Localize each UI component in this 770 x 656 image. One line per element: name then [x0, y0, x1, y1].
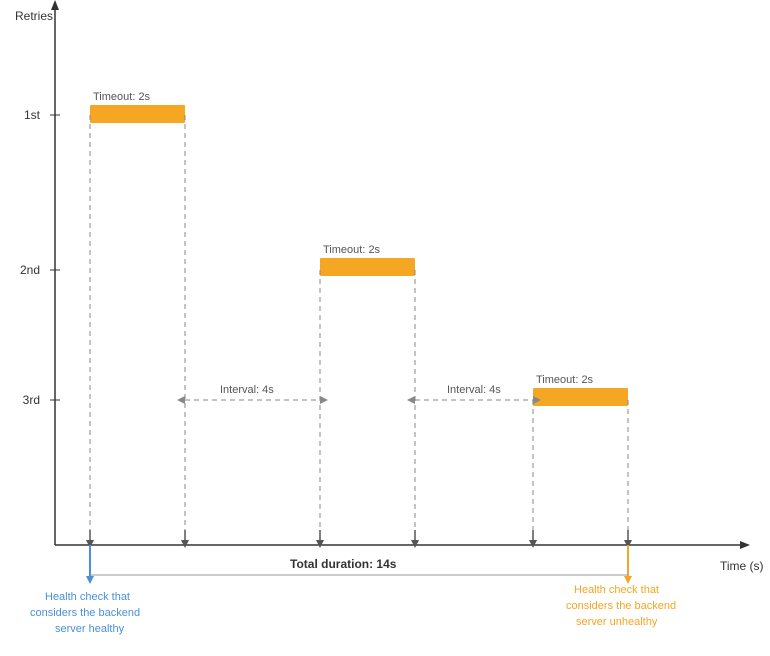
unhealthy-annotation-line2: considers the backend: [566, 600, 676, 612]
timeout-label-3: Timeout: 2s: [536, 374, 594, 386]
interval-label-2: Interval: 4s: [447, 384, 501, 396]
timeout-label-1: Timeout: 2s: [93, 91, 151, 103]
healthy-annotation-line1: Health check that: [45, 591, 130, 603]
chart-container: Retries Time (s) 1st 2nd 3rd Timeout: 2s…: [0, 0, 770, 653]
unhealthy-annotation-line1: Health check that: [574, 584, 659, 596]
healthy-annotation-line2: considers the backend: [30, 607, 140, 619]
timeout-bar-1: [90, 105, 185, 123]
retry-label-3rd: 3rd: [23, 393, 40, 407]
timeout-bar-2: [320, 258, 415, 276]
timeout-label-2: Timeout: 2s: [323, 244, 381, 256]
interval-label-1: Interval: 4s: [220, 384, 274, 396]
unhealthy-annotation-line3: server unhealthy: [576, 616, 658, 628]
x-axis-label: Time (s): [720, 559, 764, 573]
retry-label-1st: 1st: [24, 108, 41, 122]
retry-label-2nd: 2nd: [20, 263, 40, 277]
total-duration-label: Total duration: 14s: [290, 557, 397, 571]
timeout-bar-3: [533, 388, 628, 406]
y-axis-label: Retries: [15, 9, 53, 23]
healthy-annotation-line3: server healthy: [55, 623, 125, 635]
